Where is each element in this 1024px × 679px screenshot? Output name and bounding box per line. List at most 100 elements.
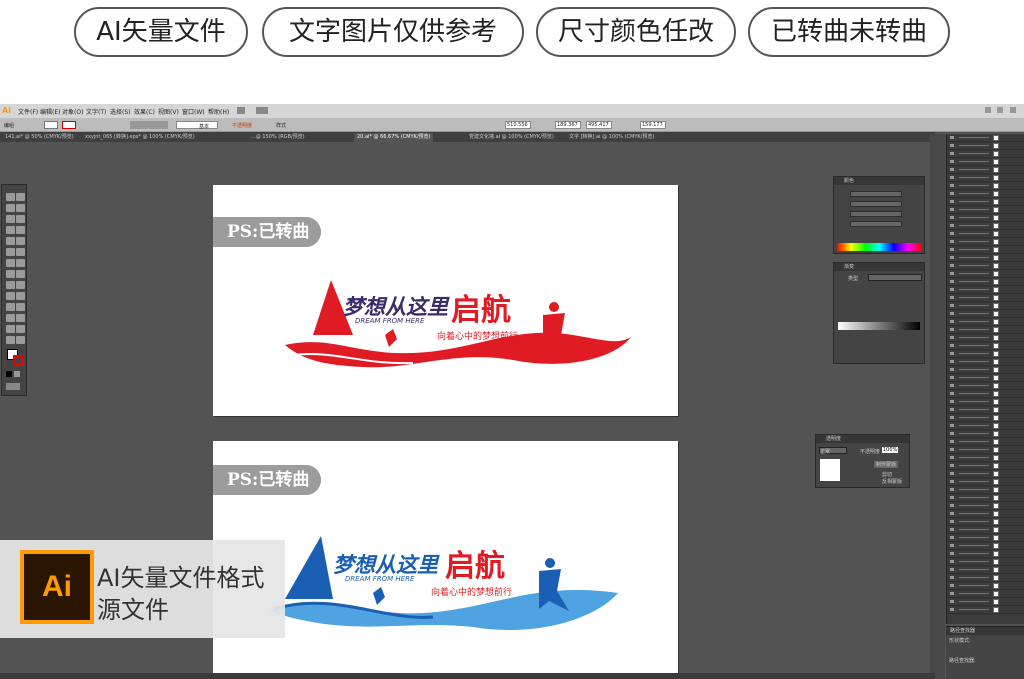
visibility-eye-icon[interactable]: [950, 312, 954, 315]
layer-row[interactable]: [947, 574, 1024, 582]
menu-file[interactable]: 文件(F): [18, 107, 38, 116]
minimize-icon[interactable]: [985, 107, 991, 113]
visibility-eye-icon[interactable]: [950, 448, 954, 451]
direct-selection-tool-icon[interactable]: [16, 193, 25, 201]
menu-window[interactable]: 窗口(W): [182, 107, 205, 116]
layer-row[interactable]: [947, 310, 1024, 318]
shape-builder-tool-icon[interactable]: [6, 281, 15, 289]
stroke-color-icon[interactable]: [13, 355, 24, 366]
visibility-eye-icon[interactable]: [950, 240, 954, 243]
visibility-eye-icon[interactable]: [950, 384, 954, 387]
visibility-eye-icon[interactable]: [950, 336, 954, 339]
visibility-eye-icon[interactable]: [950, 248, 954, 251]
layer-row[interactable]: [947, 582, 1024, 590]
layer-row[interactable]: [947, 238, 1024, 246]
color-mode-icon[interactable]: [6, 371, 12, 377]
cyan-slider[interactable]: [850, 191, 902, 197]
black-slider[interactable]: [850, 221, 902, 227]
bridge-icon[interactable]: [237, 107, 245, 114]
visibility-eye-icon[interactable]: [950, 520, 954, 523]
layer-row[interactable]: [947, 326, 1024, 334]
make-mask-button[interactable]: 制作蒙版: [874, 461, 899, 468]
perspective-grid-tool-icon[interactable]: [16, 281, 25, 289]
maximize-icon[interactable]: [997, 107, 1003, 113]
layer-row[interactable]: [947, 214, 1024, 222]
menu-select[interactable]: 选择(S): [110, 107, 131, 116]
layer-row[interactable]: [947, 150, 1024, 158]
visibility-eye-icon[interactable]: [950, 472, 954, 475]
blob-brush-tool-icon[interactable]: [6, 248, 15, 256]
visibility-eye-icon[interactable]: [950, 288, 954, 291]
layer-row[interactable]: [947, 470, 1024, 478]
visibility-eye-icon[interactable]: [950, 176, 954, 179]
visibility-eye-icon[interactable]: [950, 272, 954, 275]
brush-definition-select[interactable]: 基本: [176, 121, 218, 130]
layer-row[interactable]: [947, 262, 1024, 270]
layer-row[interactable]: [947, 422, 1024, 430]
artboard-red[interactable]: PS:已转曲 梦想从这里 启航 DREAM FROM HERE 向着心中的梦想前…: [213, 185, 678, 416]
visibility-eye-icon[interactable]: [950, 464, 954, 467]
visibility-eye-icon[interactable]: [950, 608, 954, 611]
layer-row[interactable]: [947, 446, 1024, 454]
menu-view[interactable]: 视图(V): [158, 107, 179, 116]
symbol-sprayer-tool-icon[interactable]: [6, 314, 15, 322]
line-tool-icon[interactable]: [6, 226, 15, 234]
gradient-type-select[interactable]: [868, 274, 922, 281]
layer-row[interactable]: [947, 558, 1024, 566]
layer-row[interactable]: [947, 182, 1024, 190]
layer-row[interactable]: [947, 230, 1024, 238]
doc-tab[interactable]: 141.ai* @ 50% (CMYK/预览): [2, 133, 77, 142]
layer-row[interactable]: [947, 190, 1024, 198]
visibility-eye-icon[interactable]: [950, 544, 954, 547]
layer-row[interactable]: [947, 254, 1024, 262]
yellow-slider[interactable]: [850, 211, 902, 217]
menu-type[interactable]: 文字(T): [86, 107, 106, 116]
visibility-eye-icon[interactable]: [950, 320, 954, 323]
gradient-mode-icon[interactable]: [14, 371, 20, 377]
visibility-eye-icon[interactable]: [950, 584, 954, 587]
layer-row[interactable]: [947, 414, 1024, 422]
magenta-slider[interactable]: [850, 201, 902, 207]
doc-tab-active[interactable]: 20.ai* @ 66.67% (CMYK/预览): [354, 133, 434, 142]
layer-row[interactable]: [947, 342, 1024, 350]
selection-tool-icon[interactable]: [6, 193, 15, 201]
doc-tab[interactable]: 文字 [转换].ai @ 100% (CMYK/预览): [566, 133, 657, 142]
layer-row[interactable]: [947, 486, 1024, 494]
visibility-eye-icon[interactable]: [950, 424, 954, 427]
visibility-eye-icon[interactable]: [950, 592, 954, 595]
arrange-docs-icon[interactable]: [256, 107, 268, 114]
layer-row[interactable]: [947, 438, 1024, 446]
visibility-eye-icon[interactable]: [950, 392, 954, 395]
visibility-eye-icon[interactable]: [950, 136, 954, 139]
visibility-eye-icon[interactable]: [950, 432, 954, 435]
layer-row[interactable]: [947, 142, 1024, 150]
layer-row[interactable]: [947, 334, 1024, 342]
clip-checkbox[interactable]: 剪切: [882, 471, 892, 478]
layer-row[interactable]: [947, 286, 1024, 294]
layer-row[interactable]: [947, 350, 1024, 358]
layer-row[interactable]: [947, 406, 1024, 414]
visibility-eye-icon[interactable]: [950, 160, 954, 163]
layer-row[interactable]: [947, 542, 1024, 550]
stroke-weight-field[interactable]: [130, 121, 168, 129]
height-field[interactable]: 159.177: [640, 121, 666, 129]
magic-wand-tool-icon[interactable]: [6, 204, 15, 212]
visibility-eye-icon[interactable]: [950, 224, 954, 227]
layer-row[interactable]: [947, 550, 1024, 558]
visibility-eye-icon[interactable]: [950, 152, 954, 155]
layer-row[interactable]: [947, 358, 1024, 366]
visibility-eye-icon[interactable]: [950, 200, 954, 203]
visibility-eye-icon[interactable]: [950, 416, 954, 419]
visibility-eye-icon[interactable]: [950, 352, 954, 355]
stroke-swatch[interactable]: [62, 121, 76, 129]
visibility-eye-icon[interactable]: [950, 456, 954, 459]
visibility-eye-icon[interactable]: [950, 192, 954, 195]
visibility-eye-icon[interactable]: [950, 216, 954, 219]
visibility-eye-icon[interactable]: [950, 208, 954, 211]
layer-row[interactable]: [947, 294, 1024, 302]
layer-row[interactable]: [947, 198, 1024, 206]
layer-row[interactable]: [947, 534, 1024, 542]
layer-row[interactable]: [947, 270, 1024, 278]
visibility-eye-icon[interactable]: [950, 328, 954, 331]
layer-row[interactable]: [947, 518, 1024, 526]
